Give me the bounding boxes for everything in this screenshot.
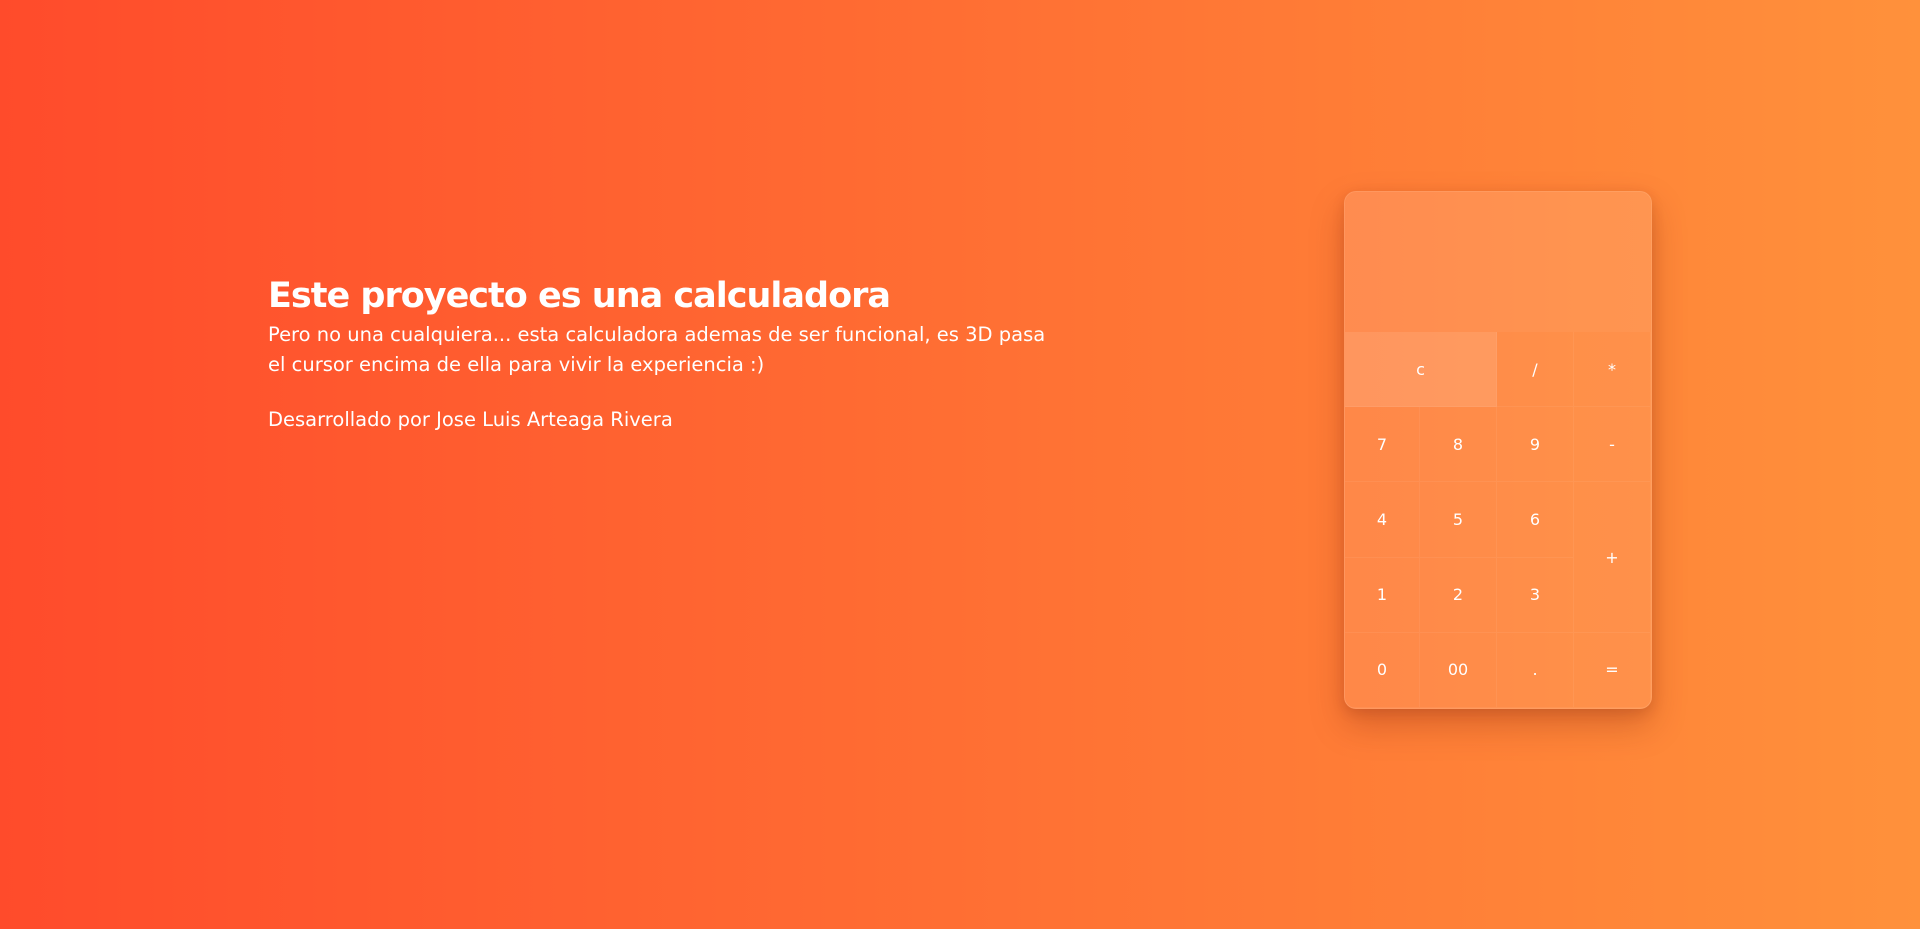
page-title: Este proyecto es una calculadora	[268, 276, 891, 316]
digit-9-button[interactable]: 9	[1497, 407, 1574, 483]
plus-button[interactable]: +	[1574, 482, 1651, 633]
calculator-keypad: c / * 7 8 9 - 4 5 6 + 1 2 3 0 00 . =	[1345, 332, 1651, 708]
digit-2-button[interactable]: 2	[1420, 557, 1497, 633]
multiply-button[interactable]: *	[1574, 332, 1651, 408]
decimal-button[interactable]: .	[1497, 632, 1574, 708]
digit-6-button[interactable]: 6	[1497, 482, 1574, 558]
digit-8-button[interactable]: 8	[1420, 407, 1497, 483]
clear-button[interactable]: c	[1345, 332, 1497, 408]
digit-7-button[interactable]: 7	[1345, 407, 1420, 483]
calculator[interactable]: c / * 7 8 9 - 4 5 6 + 1 2 3 0 00 . =	[1344, 191, 1652, 709]
digit-4-button[interactable]: 4	[1345, 482, 1420, 558]
digit-0-button[interactable]: 0	[1345, 632, 1420, 708]
digit-5-button[interactable]: 5	[1420, 482, 1497, 558]
intro-section: Este proyecto es una calculadora Pero no…	[268, 272, 1068, 435]
divide-button[interactable]: /	[1497, 332, 1574, 408]
minus-button[interactable]: -	[1574, 407, 1651, 483]
digit-1-button[interactable]: 1	[1345, 557, 1420, 633]
author-credit: Desarrollado por Jose Luis Arteaga River…	[268, 408, 673, 431]
calculator-display	[1345, 192, 1651, 332]
digit-3-button[interactable]: 3	[1497, 557, 1574, 633]
project-description: Pero no una cualquiera... esta calculado…	[268, 323, 1046, 376]
equals-button[interactable]: =	[1574, 632, 1651, 708]
double-zero-button[interactable]: 00	[1420, 632, 1497, 708]
